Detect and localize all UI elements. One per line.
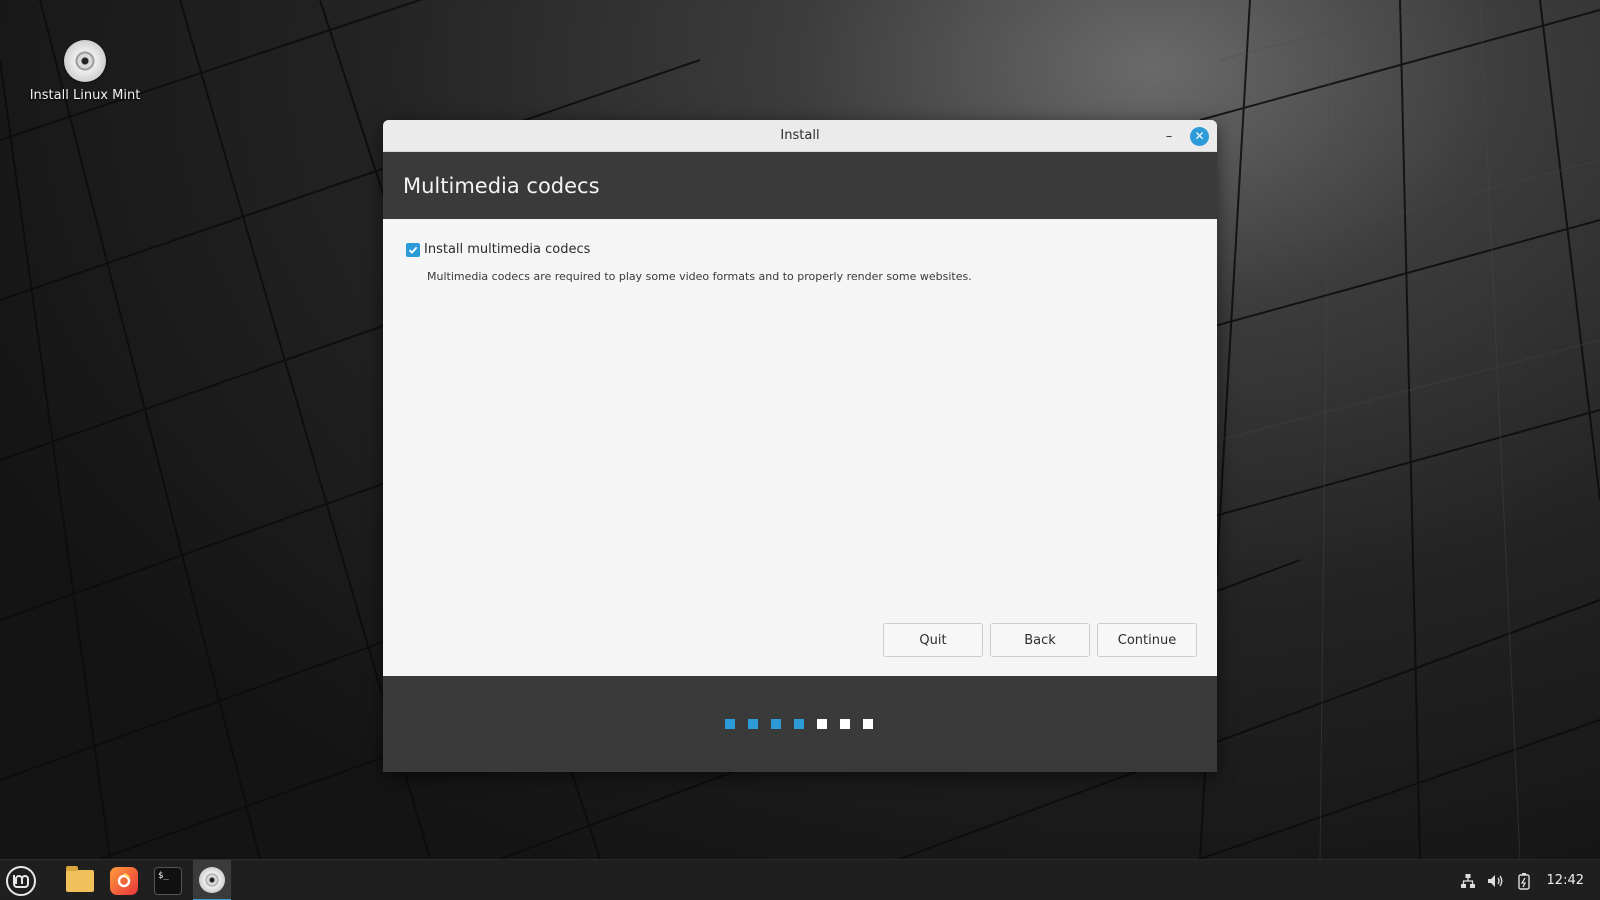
install-codecs-option[interactable]: Install multimedia codecs [406, 242, 590, 257]
system-tray: 12:42 [1457, 860, 1600, 900]
mint-menu-button[interactable] [6, 866, 36, 896]
installer-disc-icon [199, 866, 225, 893]
page-content: Install multimedia codecs Multimedia cod… [383, 219, 1217, 676]
progress-footer [383, 676, 1217, 772]
page-title: Multimedia codecs [403, 173, 600, 198]
page-header: Multimedia codecs [383, 152, 1217, 219]
progress-step-dot [840, 719, 850, 729]
firefox-launcher[interactable] [105, 860, 143, 900]
quit-button[interactable]: Quit [883, 623, 983, 657]
install-codecs-checkbox[interactable] [406, 242, 420, 257]
desktop-icon-install-linux-mint[interactable]: Install Linux Mint [28, 40, 142, 103]
terminal-icon: $_ [154, 866, 182, 895]
progress-step-dot [794, 719, 804, 729]
install-codecs-description: Multimedia codecs are required to play s… [427, 270, 972, 283]
progress-step-dot [771, 719, 781, 729]
close-button[interactable]: ✕ [1190, 127, 1209, 146]
progress-dots [725, 719, 873, 729]
progress-step-dot [817, 719, 827, 729]
button-row: Quit Back Continue [883, 623, 1197, 657]
back-button[interactable]: Back [990, 623, 1090, 657]
files-folder-icon [66, 865, 94, 892]
volume-icon[interactable] [1485, 870, 1507, 892]
continue-button[interactable]: Continue [1097, 623, 1197, 657]
installer-window: Install – ✕ Multimedia codecs Install mu… [383, 120, 1217, 772]
checkmark-icon [408, 246, 418, 254]
window-titlebar[interactable]: Install – ✕ [383, 120, 1217, 152]
desktop-icon-label: Install Linux Mint [29, 88, 141, 103]
window-title: Install [780, 128, 820, 143]
terminal-launcher[interactable]: $_ [149, 860, 187, 900]
close-icon: ✕ [1194, 129, 1205, 143]
minimize-button[interactable]: – [1159, 126, 1179, 146]
network-icon[interactable] [1457, 870, 1479, 892]
installer-launcher[interactable] [193, 860, 231, 900]
files-launcher[interactable] [61, 860, 99, 900]
taskbar: $_ 12:42 [0, 859, 1600, 900]
firefox-icon [110, 866, 138, 895]
disc-icon [64, 40, 106, 82]
progress-step-dot [863, 719, 873, 729]
progress-step-dot [725, 719, 735, 729]
progress-step-dot [748, 719, 758, 729]
minimize-icon: – [1165, 129, 1173, 144]
mint-menu-icon [13, 875, 29, 888]
install-codecs-label[interactable]: Install multimedia codecs [424, 242, 590, 257]
power-icon[interactable] [1513, 870, 1535, 892]
clock[interactable]: 12:42 [1547, 873, 1584, 888]
